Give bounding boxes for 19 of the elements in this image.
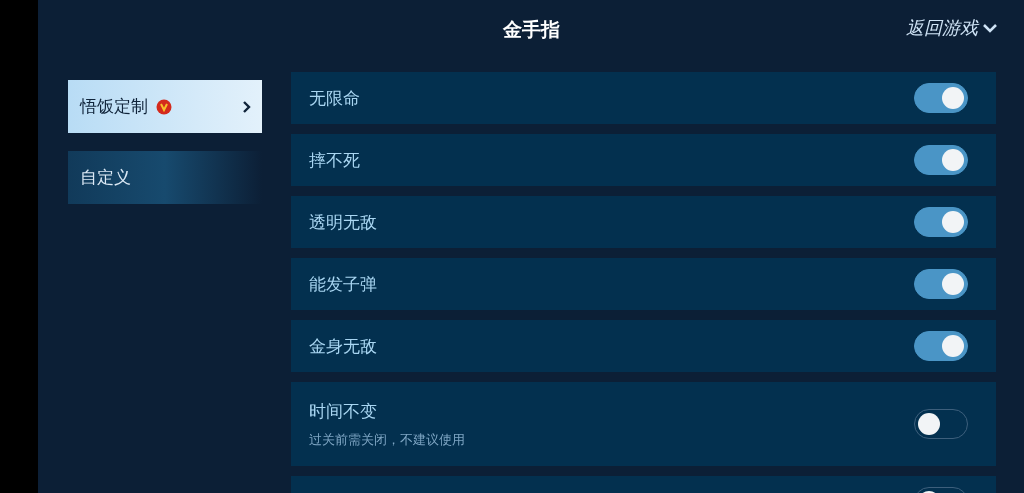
toggle-switch[interactable]	[914, 331, 968, 361]
cheat-label: 能发子弹	[309, 272, 377, 296]
page-title: 金手指	[502, 17, 560, 42]
toggle-switch[interactable]	[914, 145, 968, 175]
sidebar-item-label: 悟饭定制	[80, 95, 148, 118]
back-to-game-link[interactable]: 返回游戏	[906, 16, 998, 40]
chevron-right-icon	[242, 99, 252, 114]
cheat-label: 无限命	[309, 86, 360, 110]
sidebar-item-label: 自定义	[80, 166, 131, 189]
toggle-switch[interactable]	[914, 269, 968, 299]
chevron-down-icon	[982, 22, 998, 34]
cheat-label: 透明无敌	[309, 210, 377, 234]
sidebar-item[interactable]: 悟饭定制	[68, 80, 262, 133]
cheat-label: 金身无敌	[309, 334, 377, 358]
toggle-switch[interactable]	[914, 83, 968, 113]
toggle-switch[interactable]	[914, 207, 968, 237]
cheat-note: 过关前需关闭，不建议使用	[309, 430, 465, 449]
cheat-label: 时间不变	[309, 399, 378, 423]
cheat-label: 摔不死	[309, 148, 360, 172]
